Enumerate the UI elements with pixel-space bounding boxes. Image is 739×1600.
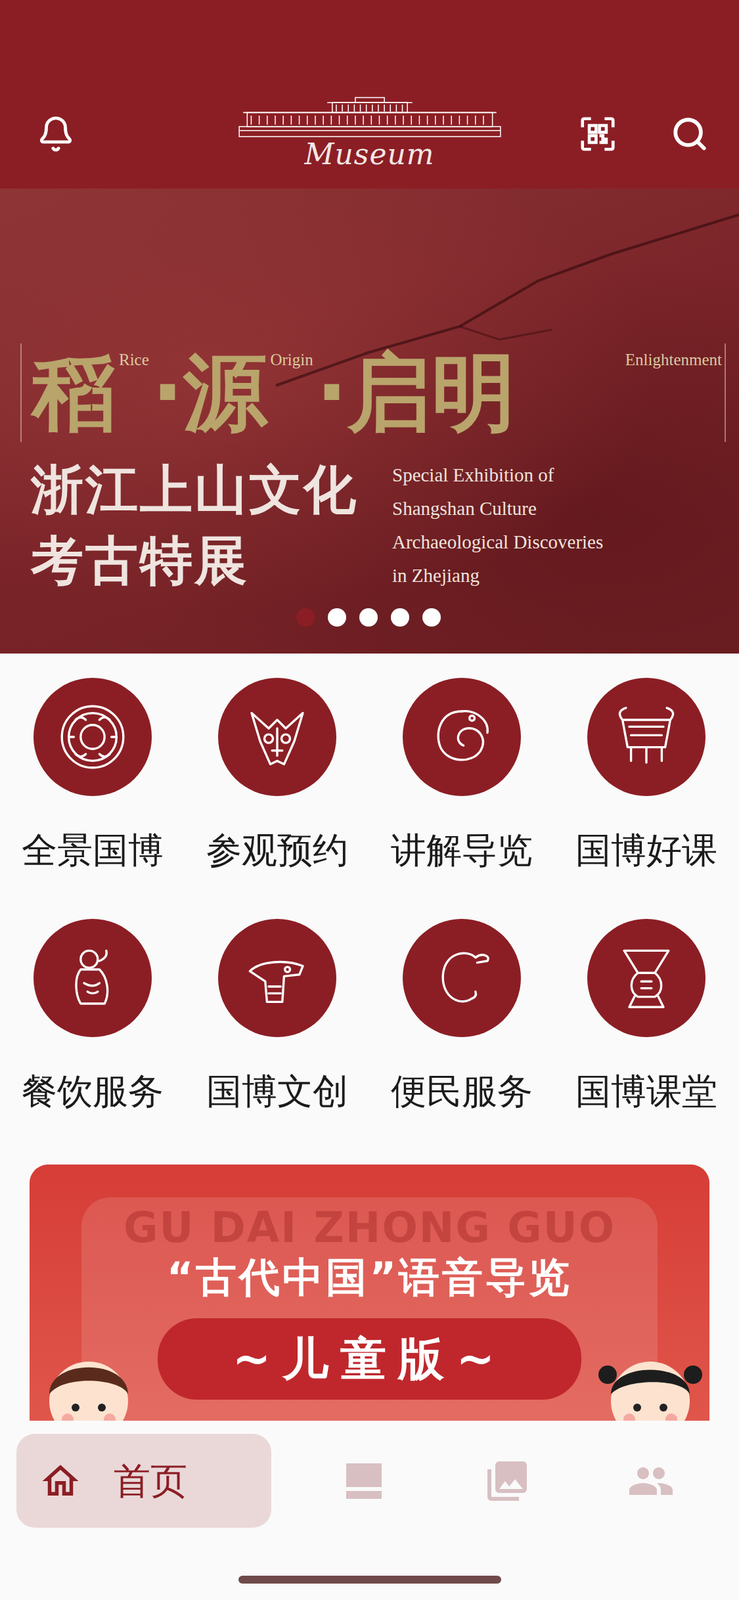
header-bar: Museum [0,0,739,189]
app-screen: Museum 稻Rice·源Origin·启明Enlightenment 浙江上山文… [0,0,739,1600]
shortcut-item[interactable]: 国博课堂 [554,918,739,1115]
banner-title-chars: ·启明 [315,343,517,443]
nav-item[interactable] [292,1433,436,1528]
profile-icon[interactable] [627,1457,675,1505]
banner-title-gloss: Rice [116,351,152,368]
scan-button[interactable] [577,113,619,155]
shortcut-item[interactable]: 参观预约 [184,677,370,874]
shortcut-item[interactable]: 全景国博 [0,677,185,874]
shortcut-badge[interactable] [402,918,521,1038]
banner-english-line: Shangshan Culture [392,492,604,526]
search-button[interactable] [670,114,709,154]
shortcut-badge[interactable] [402,677,521,797]
carousel-dot[interactable] [296,608,315,627]
banner-english-line: Special Exhibition of [392,458,604,493]
c-dragon-icon[interactable] [419,935,505,1021]
shortcut-grid: 全景国博参观预约讲解导览国博好课餐饮服务国博文创便民服务国博课堂 [0,653,739,1165]
jade-disc-icon[interactable] [49,694,136,780]
banner-title-chars: ·源 [151,343,269,443]
shortcut-item[interactable]: 国博文创 [184,918,370,1115]
nav-item[interactable] [435,1433,579,1528]
shortcut-label: 餐饮服务 [21,1068,164,1115]
girl-cartoon-icon [571,1348,710,1421]
bronze-mask-icon[interactable] [234,694,320,780]
nav-label: 首页 [113,1458,188,1505]
shortcut-badge[interactable] [218,918,337,1038]
shortcut-badge[interactable] [218,677,337,797]
banner-title-gloss: Origin [267,351,316,368]
audio-guide-watermark: GU DAI ZHONG GUO [123,1204,616,1252]
audio-guide-title: “古代中国”语音导览 [166,1251,573,1304]
audio-guide-panel: GU DAI ZHONG GUO“古代中国”语音导览 ~儿童版~ [81,1197,658,1421]
scan-qr-icon[interactable] [577,113,619,155]
bell-icon[interactable] [36,114,75,154]
shortcut-label: 全景国博 [21,827,164,874]
home-indicator[interactable] [238,1575,502,1584]
banner-title-chars: 稻 [32,343,117,443]
shortcut-badge[interactable] [33,677,152,797]
nav-item[interactable]: 首页 [16,1433,272,1528]
shortcut-label: 参观预约 [206,827,349,874]
boy-cartoon-icon [29,1348,168,1421]
bronze-zun-icon[interactable] [603,935,690,1021]
home-icon[interactable] [38,1459,83,1503]
banner-english-line: in Zhejiang [392,559,604,593]
bottom-nav-row: 首页 [0,1433,739,1528]
banner-subtitle-en: Special Exhibition ofShangshan CultureAr… [392,454,604,597]
carousel-dots [0,608,739,627]
gallery-icon[interactable] [483,1457,531,1505]
shortcut-badge[interactable] [33,918,152,1038]
banner-subtitle: 浙江上山文化考古特展Special Exhibition ofShangshan… [0,454,739,597]
shortcut-item[interactable]: 餐饮服务 [0,918,185,1115]
shortcut-label: 国博文创 [206,1068,349,1115]
bottom-nav: 首页 [0,1420,739,1600]
shortcut-badge[interactable] [587,677,706,797]
nav-item[interactable] [579,1433,723,1528]
bronze-vessel-icon[interactable] [603,694,690,780]
notification-button[interactable] [36,114,75,154]
shortcut-item[interactable]: 国博好课 [554,677,739,874]
audio-guide-badge: ~儿童版~ [157,1318,582,1400]
shortcut-label: 国博课堂 [575,1068,718,1115]
audio-guide-card[interactable]: GU DAI ZHONG GUO“古代中国”语音导览 ~儿童版~ [29,1164,710,1421]
header-right [505,79,739,188]
carousel-dot[interactable] [422,608,441,627]
shortcut-label: 讲解导览 [390,827,533,874]
shortcut-item[interactable]: 讲解导览 [369,677,555,874]
museum-logo[interactable]: Museum [234,96,506,171]
banner-title: 稻Rice·源Origin·启明Enlightenment [20,343,726,443]
banner-title-gloss: Enlightenment [515,351,725,368]
shortcut-label: 国博好课 [575,827,718,874]
exhibition-banner[interactable]: 稻Rice·源Origin·启明Enlightenment浙江上山文化考古特展S… [0,188,739,654]
banner-subtitle-line: 浙江上山文化 [30,454,359,526]
logo-text: Museum [304,138,435,171]
shortcut-label: 便民服务 [390,1068,533,1115]
exhibition-icon[interactable] [340,1457,388,1505]
dragon-head-icon[interactable] [234,935,320,1021]
header-left [0,79,235,188]
search-icon[interactable] [670,114,709,154]
banner-subtitle-zh: 浙江上山文化考古特展 [30,454,359,597]
banner-subtitle-line: 考古特展 [30,525,359,597]
figurine-icon[interactable] [49,935,136,1021]
banner-english-line: Archaeological Discoveries [392,525,604,560]
home-content: Museum 稻Rice·源Origin·启明Enlightenment 浙江上山文… [0,0,739,1421]
carousel-dot[interactable] [327,608,347,627]
carousel-dot[interactable] [390,608,410,627]
carousel-dot[interactable] [359,608,378,627]
museum-building-icon [234,96,506,139]
shortcut-badge[interactable] [587,918,706,1038]
coiled-dragon-icon[interactable] [419,694,505,780]
shortcut-item[interactable]: 便民服务 [369,918,555,1115]
